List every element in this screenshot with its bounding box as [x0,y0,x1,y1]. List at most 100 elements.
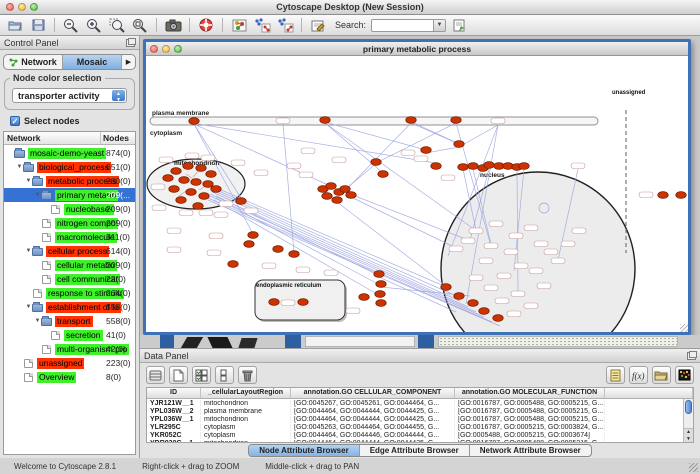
table-row[interactable]: YDR039C__1mitochondrion[GO:0044464, GO:0… [147,439,693,442]
network-node[interactable] [326,183,336,190]
snapshot-button[interactable] [163,17,183,34]
table-row[interactable]: YPL036W__1mitochondrion[GO:0044464, GO:0… [147,415,693,423]
network-node[interactable] [169,186,179,193]
table-column-header[interactable]: ID [147,388,201,398]
network-node[interactable] [346,192,356,199]
table-row[interactable]: YLR295Ccytoplasm[GO:0045263, GO:0044464,… [147,423,693,431]
tab-mosaic[interactable]: Mosaic [63,55,122,69]
network-node[interactable] [406,117,416,124]
network-node[interactable] [374,271,384,278]
tree-row[interactable]: ▼metabolic process280(0) [4,174,135,188]
zoom-fit-button[interactable] [130,17,150,34]
save-session-button[interactable] [28,17,48,34]
network-node[interactable] [468,300,478,307]
network-node[interactable] [519,163,529,170]
search-input[interactable] [371,19,433,32]
network-node[interactable] [193,203,203,210]
attribute-notes-button[interactable] [606,366,625,384]
network-node[interactable] [359,294,369,301]
network-node[interactable] [431,163,441,170]
network-node[interactable] [658,192,668,199]
zoom-in-button[interactable] [84,17,104,34]
network-node[interactable] [320,117,330,124]
table-row[interactable]: YPL036W__2plasma membrane[GO:0044464, GO… [147,407,693,415]
network-node[interactable] [228,261,238,268]
tree-row[interactable]: ▼transport558(0) [4,314,135,328]
help-button[interactable] [196,17,216,34]
network-node[interactable] [298,299,308,306]
network-node[interactable] [189,118,199,125]
merge-networks-button[interactable] [252,17,272,34]
network-node[interactable] [484,162,494,169]
zoom-selected-button[interactable] [107,17,127,34]
expand-arrow-icon[interactable]: ▼ [34,192,41,198]
tree-row[interactable]: ▼establishment of lo558(0) [4,300,135,314]
network-node[interactable] [441,284,451,291]
matrix-view-button[interactable] [675,366,694,384]
tree-row[interactable]: nitrogen compo209(0) [4,216,135,230]
open-session-button[interactable] [5,17,25,34]
tab-network[interactable]: Network [4,55,63,69]
tree-row[interactable]: cell communicat22(0) [4,272,135,286]
tree-row[interactable]: ▼cellular process614(0) [4,244,135,258]
network-node[interactable] [199,193,209,200]
tree-row[interactable]: ▼biological_process651(0) [4,160,135,174]
node-color-dropdown[interactable]: transporter activity ▲▼ [12,88,127,103]
network-node[interactable] [332,197,342,204]
search-dropdown-button[interactable]: ▼ [433,19,446,32]
network-node[interactable] [269,299,279,306]
tab-network-attribute-browser[interactable]: Network Attribute Browser [470,445,591,456]
network-node[interactable] [468,163,478,170]
network-node[interactable] [451,117,461,124]
network-node[interactable] [179,177,189,184]
tree-row[interactable]: mosaic-demo-yeast874(0) [4,146,135,160]
table-row[interactable]: YKR052Ccytoplasm[GO:0044464, GO:0044446,… [147,431,693,439]
tab-edge-attribute-browser[interactable]: Edge Attribute Browser [360,445,470,456]
network-node[interactable] [376,281,386,288]
table-column-header[interactable]: annotation.GO MOLECULAR_FUNCTION [455,388,605,398]
zoom-out-button[interactable] [61,17,81,34]
tree-row[interactable]: Overview8(0) [4,370,135,384]
new-attribute-button[interactable] [169,366,188,384]
expand-arrow-icon[interactable]: ▼ [34,318,41,324]
expand-arrow-icon[interactable]: ▼ [16,164,23,170]
tree-row[interactable]: unassigned223(0) [4,356,135,370]
network-node[interactable] [163,175,173,182]
expand-arrow-icon[interactable]: ▼ [25,248,32,254]
network-node[interactable] [493,315,503,322]
scrollbar-arrows[interactable]: ▲▼ [684,428,693,442]
tree-row[interactable]: nucleobase-209(0) [4,202,135,216]
network-node[interactable] [371,159,381,166]
select-attributes-button[interactable] [192,366,211,384]
network-node[interactable] [196,165,206,172]
network-node[interactable] [479,308,489,315]
network-node[interactable] [289,251,299,258]
network-node[interactable] [171,168,181,175]
network-node[interactable] [378,171,388,178]
tree-row[interactable]: ▼primary metabo209(... [4,188,135,202]
table-column-header[interactable] [605,388,693,398]
network-node[interactable] [183,163,193,170]
search-options-button[interactable] [449,17,469,34]
network-node[interactable] [676,192,686,199]
union-networks-button[interactable] [275,17,295,34]
network-node[interactable] [454,141,464,148]
frame-resize-grip[interactable] [680,324,688,332]
float-panel-icon[interactable] [687,352,696,360]
tab-node-attribute-browser[interactable]: Node Attribute Browser [249,445,360,456]
table-column-header[interactable]: annotation.GO CELLULAR_COMPONENT [291,388,455,398]
network-node[interactable] [454,293,464,300]
network-node[interactable] [176,197,186,204]
attribute-grid-button[interactable] [146,366,165,384]
expand-arrow-icon[interactable]: ▼ [25,304,32,310]
delete-attribute-button[interactable] [238,366,257,384]
float-panel-icon[interactable] [126,39,135,47]
expand-arrow-icon[interactable]: ▼ [25,178,32,184]
tree-row[interactable]: secretion41(0) [4,328,135,342]
network-node[interactable] [203,181,213,188]
network-node[interactable] [248,232,258,239]
table-column-header[interactable]: _cellularLayoutRegion [201,388,291,398]
table-row[interactable]: YJR121W__1mitochondrion[GO:0045267, GO:0… [147,399,693,407]
tree-row[interactable]: multi-organism pro42(0) [4,342,135,356]
network-node[interactable] [458,164,468,171]
